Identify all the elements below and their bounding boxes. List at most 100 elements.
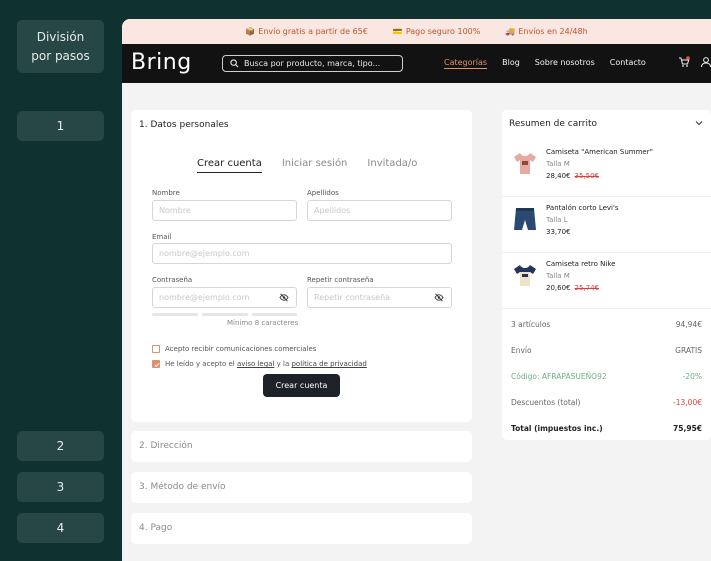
chevron-down-icon[interactable] bbox=[695, 120, 703, 126]
step-button-3[interactable]: 3 bbox=[17, 472, 104, 502]
repeat-password-field[interactable]: Repetir contraseña bbox=[307, 287, 452, 308]
newsletter-checkbox[interactable] bbox=[152, 345, 160, 353]
legal-text-mid: y la bbox=[276, 360, 290, 368]
summary-row-shipping: Envío GRATIS bbox=[511, 346, 702, 355]
step4-title: 4. Pago bbox=[139, 523, 173, 533]
step-division-title: División por pasos bbox=[17, 20, 104, 73]
nombre-field[interactable]: Nombre bbox=[152, 200, 297, 221]
eye-off-icon[interactable] bbox=[434, 293, 444, 302]
summary-shipping-value: GRATIS bbox=[675, 346, 702, 355]
step-button-4[interactable]: 4 bbox=[17, 513, 104, 543]
promo-text-shipping: Envío gratis a partir de 65€ bbox=[258, 27, 368, 36]
summary-discount-label: Descuentos (total) bbox=[511, 398, 581, 407]
cart-item-price-old: 35,50€ bbox=[574, 172, 600, 180]
password-hint: Mínimo 8 caracteres bbox=[227, 319, 299, 327]
summary-items-label: 3 artículos bbox=[511, 320, 551, 329]
cart-item: Camiseta "American Summer" Talla M 28,40… bbox=[502, 141, 711, 197]
credit-card-icon: 💳 bbox=[392, 27, 403, 36]
nav-link-sobre-nosotros[interactable]: Sobre nosotros bbox=[535, 58, 595, 67]
nombre-placeholder: Nombre bbox=[159, 206, 191, 215]
password-strength-bar-1 bbox=[152, 313, 198, 316]
tab-invitado[interactable]: Invitada/o bbox=[367, 158, 417, 173]
cart-item: Pantalón corto Levi's Talla L 33,70€ bbox=[502, 197, 711, 253]
cart-item-price-current: 28,40€ bbox=[546, 172, 571, 180]
eye-off-icon[interactable] bbox=[279, 293, 289, 302]
step2-title: 2. Dirección bbox=[139, 441, 193, 451]
cart-item-size: Talla M bbox=[546, 160, 570, 168]
summary-shipping-label: Envío bbox=[511, 346, 532, 355]
legal-checkbox-label: He leído y acepto el aviso legal y la po… bbox=[165, 360, 367, 368]
promo-text-delivery: Envíos en 24/48h bbox=[518, 27, 588, 36]
nombre-label: Nombre bbox=[152, 189, 180, 197]
password-placeholder: nombre@ejemplo.com bbox=[159, 293, 250, 302]
tab-crear-cuenta[interactable]: Crear cuenta bbox=[197, 158, 262, 173]
privacy-policy-link[interactable]: política de privacidad bbox=[291, 360, 366, 368]
package-icon: 📦 bbox=[245, 27, 256, 36]
cart-item-name: Pantalón corto Levi's bbox=[546, 204, 619, 212]
truck-icon: 🚚 bbox=[505, 27, 516, 36]
password-field[interactable]: nombre@ejemplo.com bbox=[152, 287, 297, 308]
summary-discount-value: -13,00€ bbox=[673, 398, 702, 407]
legal-checkbox[interactable] bbox=[152, 360, 160, 368]
summary-row-code: Código: AFRAPASUEÑO92 -20% bbox=[511, 372, 702, 381]
repeat-password-placeholder: Repetir contraseña bbox=[314, 293, 391, 302]
summary-total-value: 75,95€ bbox=[673, 424, 702, 433]
promo-item-delivery: 🚚 Envíos en 24/48h bbox=[505, 27, 587, 36]
nav-link-categorias[interactable]: Categorías bbox=[444, 58, 487, 67]
cart-item-price: 28,40€ 35,50€ bbox=[546, 172, 599, 180]
nav-links: Categorías Blog Sobre nosotros Contacto bbox=[444, 58, 646, 67]
step2-card[interactable]: 2. Dirección bbox=[131, 431, 472, 462]
summary-total-label: Total (impuestos inc.) bbox=[511, 424, 603, 433]
apellidos-field[interactable]: Apellidos bbox=[307, 200, 452, 221]
nav-link-blog[interactable]: Blog bbox=[502, 58, 520, 67]
cart-summary-title: Resumen de carrito bbox=[509, 119, 598, 129]
cart-item-size: Talla L bbox=[546, 216, 568, 224]
tab-iniciar-sesion[interactable]: Iniciar sesión bbox=[282, 158, 348, 173]
brand-logo[interactable]: Bring bbox=[131, 50, 192, 75]
create-account-button[interactable]: Crear cuenta bbox=[263, 374, 340, 397]
promo-item-payment: 💳 Pago seguro 100% bbox=[393, 27, 481, 36]
denim-shorts-icon bbox=[514, 208, 536, 230]
step1-title: 1. Datos personales bbox=[139, 120, 229, 130]
promo-text-payment: Pago seguro 100% bbox=[405, 27, 481, 36]
summary-row-total: Total (impuestos inc.) 75,95€ bbox=[511, 424, 702, 433]
step-button-1[interactable]: 1 bbox=[17, 111, 104, 141]
tshirt-retro-icon bbox=[514, 265, 536, 286]
cart-item-price-current: 20,60€ bbox=[546, 284, 571, 292]
step3-card[interactable]: 3. Método de envío bbox=[131, 472, 472, 503]
newsletter-checkbox-label: Acepto recibir comunicaciones comerciale… bbox=[165, 345, 317, 353]
email-label: Email bbox=[152, 233, 172, 241]
summary-row-discount: Descuentos (total) -13,00€ bbox=[511, 398, 702, 407]
cart-summary-card: Resumen de carrito Camiseta "American Su… bbox=[502, 110, 711, 440]
cart-item-name: Camiseta retro Nike bbox=[546, 260, 616, 268]
user-icon[interactable] bbox=[700, 56, 711, 68]
search-input[interactable]: Busca por producto, marca, tipo... bbox=[222, 55, 403, 72]
checkout-page: 📦 Envío gratis a partir de 65€ 💳 Pago segu… bbox=[122, 19, 711, 561]
summary-row-items: 3 artículos 94,94€ bbox=[511, 320, 702, 329]
email-placeholder: nombre@ejemplo.com bbox=[159, 249, 250, 258]
search-placeholder: Busca por producto, marca, tipo... bbox=[244, 59, 381, 68]
step-button-2[interactable]: 2 bbox=[17, 431, 104, 461]
summary-items-value: 94,94€ bbox=[675, 320, 702, 329]
step4-card[interactable]: 4. Pago bbox=[131, 513, 472, 544]
summary-code-label: Código: AFRAPASUEÑO92 bbox=[511, 372, 607, 381]
checkmark-icon bbox=[153, 362, 160, 367]
nav-link-contacto[interactable]: Contacto bbox=[610, 58, 646, 67]
apellidos-placeholder: Apellidos bbox=[314, 206, 351, 215]
cart-item-price-old: 25,74€ bbox=[574, 284, 600, 292]
cart-icon[interactable] bbox=[678, 56, 690, 68]
search-icon bbox=[230, 59, 239, 68]
apellidos-label: Apellidos bbox=[307, 189, 339, 197]
step1-card: 1. Datos personales Crear cuenta Iniciar… bbox=[131, 110, 472, 422]
step-division-label: División por pasos bbox=[31, 29, 90, 63]
cart-item: Camiseta retro Nike Talla M 20,60€ 25,74€ bbox=[502, 253, 711, 309]
password-label: Contraseña bbox=[152, 276, 193, 284]
aviso-legal-link[interactable]: aviso legal bbox=[237, 360, 274, 368]
password-strength-bar-2 bbox=[202, 313, 248, 316]
cart-item-size: Talla M bbox=[546, 272, 570, 280]
email-field[interactable]: nombre@ejemplo.com bbox=[152, 243, 452, 264]
cart-item-price-current: 33,70€ bbox=[546, 228, 571, 236]
promo-bar: 📦 Envío gratis a partir de 65€ 💳 Pago segu… bbox=[122, 19, 711, 44]
legal-text-pre: He leído y acepto el bbox=[165, 360, 235, 368]
cart-item-price: 33,70€ bbox=[546, 228, 571, 236]
